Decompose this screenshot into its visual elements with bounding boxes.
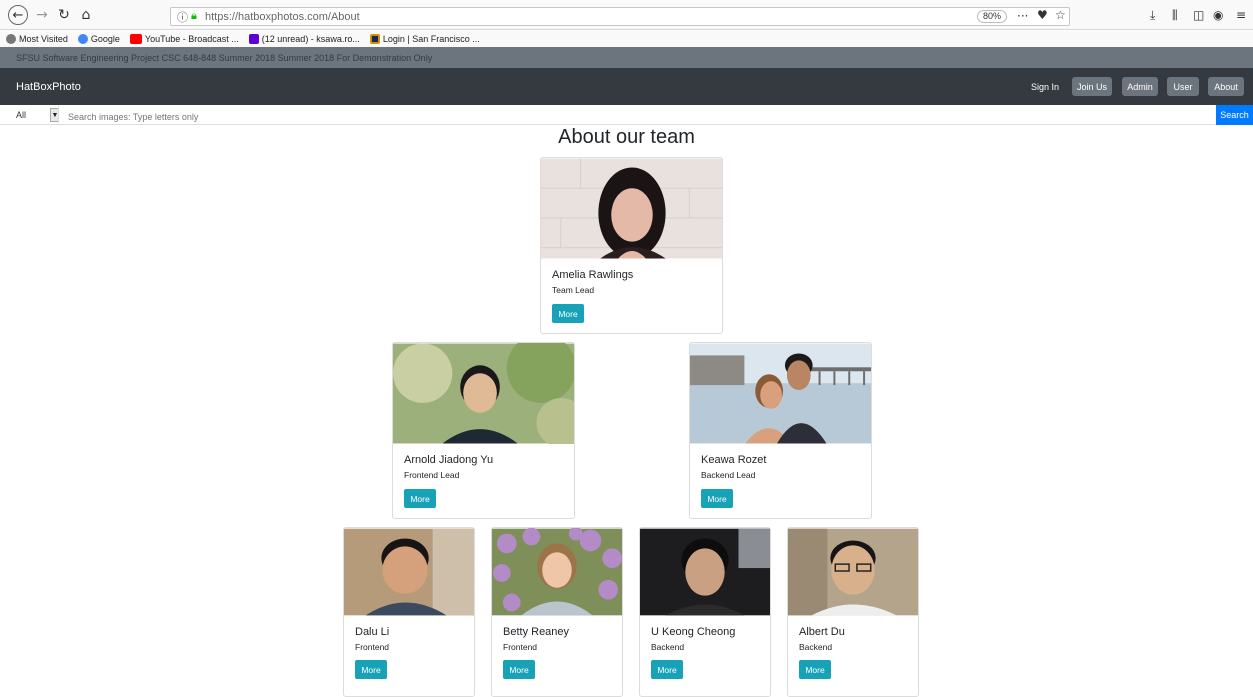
member-photo <box>344 528 474 616</box>
more-button[interactable]: More <box>552 304 584 323</box>
member-role: Frontend <box>355 642 390 652</box>
forward-icon[interactable]: → <box>32 5 52 25</box>
bookmark-label: YouTube - Broadcast ... <box>144 34 239 44</box>
join-us-button[interactable]: Join Us <box>1072 77 1112 96</box>
address-bar[interactable]: ⓘ 🔒︎ https://hatboxphotos.com/About 80% … <box>170 7 1070 26</box>
demo-notice: SFSU Software Engineering Project CSC 64… <box>0 47 1253 68</box>
sfsu-icon <box>369 34 380 44</box>
member-role: Frontend Lead <box>404 470 460 480</box>
sidebar-icon[interactable]: ◫ <box>1193 8 1204 22</box>
about-button[interactable]: About <box>1208 77 1244 96</box>
search-bar: All ▼ Search <box>0 105 1253 125</box>
bookmark-login-sf[interactable]: Login | San Francisco ... <box>369 34 480 44</box>
page-title: About our team <box>558 126 695 148</box>
url-text[interactable]: https://hatboxphotos.com/About <box>205 11 360 23</box>
team-card: Dalu Li Frontend More <box>343 527 475 697</box>
home-icon[interactable]: ⌂ <box>76 5 96 25</box>
bookmark-label: (12 unread) - ksawa.ro... <box>261 34 360 44</box>
member-photo <box>541 158 722 259</box>
more-button[interactable]: More <box>701 489 733 508</box>
gear-icon <box>6 34 16 44</box>
member-name: U Keong Cheong <box>651 626 736 638</box>
google-icon <box>77 34 88 44</box>
downloads-icon[interactable]: ⤓ <box>1150 8 1155 23</box>
member-name: Arnold Jiadong Yu <box>404 454 494 466</box>
youtube-icon <box>129 34 142 44</box>
member-photo <box>788 528 918 616</box>
info-icon[interactable]: ⓘ <box>177 9 188 25</box>
member-role: Backend <box>651 642 685 652</box>
menu-icon[interactable]: ≡ <box>1236 8 1246 22</box>
team-card: Arnold Jiadong Yu Frontend Lead More <box>392 342 575 519</box>
category-value: All <box>16 110 27 120</box>
search-input[interactable] <box>58 106 1216 123</box>
team-card: Amelia Rawlings Team Lead More <box>540 157 723 334</box>
more-button[interactable]: More <box>355 660 387 679</box>
bookmark-label: Login | San Francisco ... <box>382 34 480 44</box>
member-role: Frontend <box>503 642 538 652</box>
browser-toolbar: ← → ↻ ⌂ ⓘ 🔒︎ https://hatboxphotos.com/Ab… <box>0 0 1253 30</box>
member-photo <box>690 343 871 444</box>
user-button[interactable]: User <box>1167 77 1199 96</box>
member-role: Backend Lead <box>701 470 756 480</box>
member-role: Backend <box>799 642 833 652</box>
more-button[interactable]: More <box>651 660 683 679</box>
site-brand[interactable]: HatBoxPhoto <box>16 81 81 93</box>
sign-in-link[interactable]: Sign In <box>1031 82 1059 92</box>
bookmark-label: Google <box>90 34 120 44</box>
search-button[interactable]: Search <box>1216 105 1253 125</box>
member-photo <box>492 528 622 616</box>
member-role: Team Lead <box>552 285 595 295</box>
bookmark-star-icon[interactable]: ☆ <box>1055 8 1066 22</box>
team-card: Keawa Rozet Backend Lead More <box>689 342 872 519</box>
more-button[interactable]: More <box>503 660 535 679</box>
member-name: Betty Reaney <box>503 626 570 638</box>
admin-button[interactable]: Admin <box>1122 77 1158 96</box>
team-card: Betty Reaney Frontend More <box>491 527 623 697</box>
reload-icon[interactable]: ↻ <box>54 5 74 25</box>
team-card: U Keong Cheong Backend More <box>639 527 771 697</box>
account-icon[interactable]: ◉ <box>1213 8 1223 22</box>
bookmark-youtube[interactable]: YouTube - Broadcast ... <box>129 34 239 44</box>
member-photo <box>393 343 574 444</box>
more-button[interactable]: More <box>799 660 831 679</box>
member-name: Dalu Li <box>355 626 390 638</box>
page-actions-icon[interactable]: ··· <box>1017 9 1028 23</box>
lock-icon[interactable]: 🔒︎ <box>191 9 197 23</box>
pocket-icon[interactable]: ♥ <box>1037 8 1048 22</box>
back-icon[interactable]: ← <box>8 5 28 25</box>
yahoo-icon <box>248 34 259 44</box>
bookmarks-bar: Most Visited Google YouTube - Broadcast … <box>0 31 1253 47</box>
bookmark-label: Most Visited <box>19 34 68 44</box>
bookmark-yahoo-mail[interactable]: (12 unread) - ksawa.ro... <box>248 34 360 44</box>
zoom-level[interactable]: 80% <box>977 10 1008 23</box>
category-select[interactable]: All ▼ <box>8 107 63 123</box>
member-name: Keawa Rozet <box>701 454 767 466</box>
bookmark-most-visited[interactable]: Most Visited <box>6 34 68 44</box>
member-name: Albert Du <box>799 626 845 638</box>
more-button[interactable]: More <box>404 489 436 508</box>
member-name: Amelia Rawlings <box>552 269 634 281</box>
team-card: Albert Du Backend More <box>787 527 919 697</box>
member-photo <box>640 528 770 616</box>
bookmark-google[interactable]: Google <box>77 34 120 44</box>
library-icon[interactable]: ⫼ <box>1172 8 1178 23</box>
site-navbar: HatBoxPhoto Sign In Join Us Admin User A… <box>0 68 1253 105</box>
